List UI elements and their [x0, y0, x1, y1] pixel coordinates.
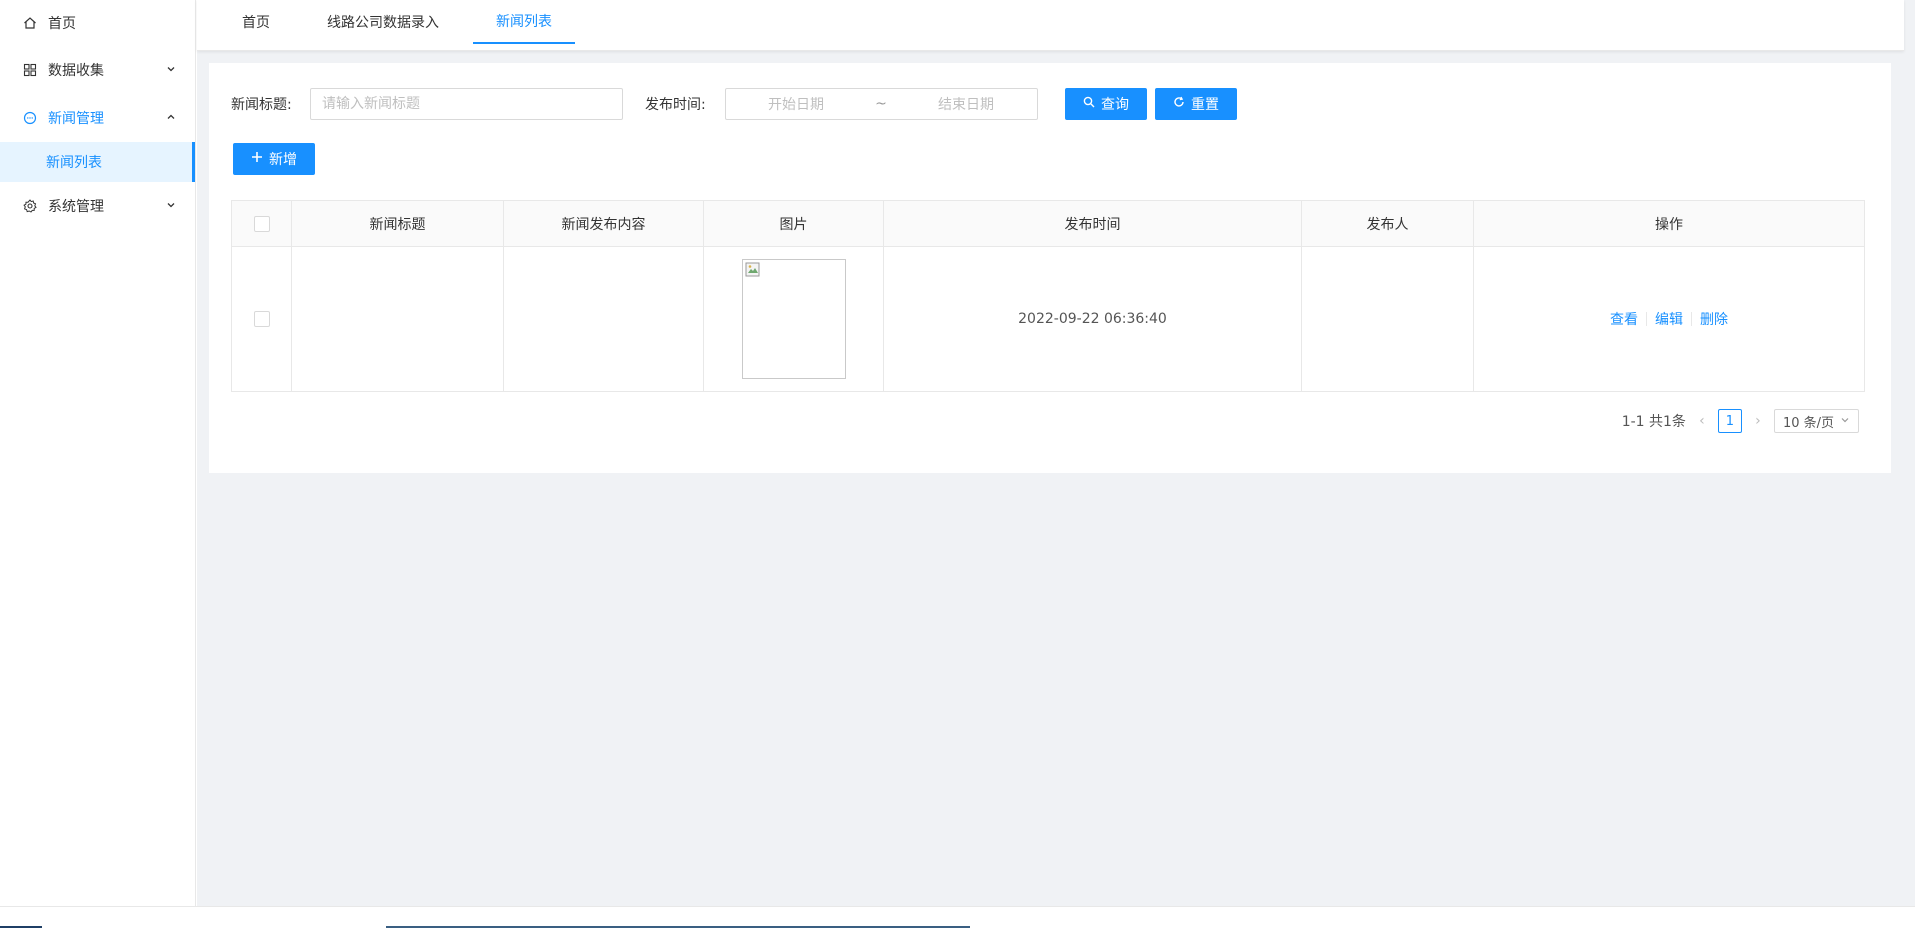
sidebar-item-news-list[interactable]: 新闻列表 — [0, 142, 195, 182]
sidebar-item-home[interactable]: 首页 — [0, 0, 195, 46]
tab-news-list[interactable]: 新闻列表 — [473, 0, 575, 44]
chevron-down-icon — [1840, 414, 1850, 429]
date-start-placeholder[interactable]: 开始日期 — [726, 94, 866, 114]
query-button[interactable]: 查询 — [1065, 88, 1147, 120]
pagination-summary: 1-1 共1条 — [1621, 414, 1686, 430]
header-news-title: 新闻标题 — [292, 201, 504, 246]
tab-bar: 首页 线路公司数据录入 新闻列表 — [197, 0, 1904, 51]
chevron-up-icon — [165, 111, 177, 123]
sidebar-item-label: 新闻管理 — [48, 111, 104, 127]
select-all-checkbox[interactable] — [253, 215, 270, 232]
chevron-down-icon — [165, 199, 177, 211]
news-list-card: 新闻标题: 发布时间: 开始日期 ~ 结束日期 查询 重置 — [209, 63, 1891, 473]
query-button-label: 查询 — [1101, 97, 1129, 113]
gear-icon — [22, 198, 38, 214]
prev-page-icon[interactable]: ‹ — [1694, 413, 1710, 429]
home-icon — [22, 15, 38, 31]
sidebar-item-label: 系统管理 — [48, 199, 104, 215]
date-range-separator: ~ — [875, 96, 887, 112]
add-news-button-label: 新增 — [269, 152, 297, 168]
sidebar-item-news-management[interactable]: 新闻管理 — [0, 94, 195, 142]
row-image-cell — [704, 247, 884, 391]
row-checkbox[interactable] — [253, 311, 270, 327]
delete-link[interactable]: 删除 — [1700, 309, 1728, 329]
row-publish-time: 2022-09-22 06:36:40 — [884, 247, 1302, 391]
message-icon — [22, 110, 38, 126]
page-size-value: 10 条/页 — [1782, 415, 1834, 431]
table-row: 2022-09-22 06:36:40 查看 编辑 删除 — [232, 247, 1864, 391]
plus-icon — [251, 151, 263, 167]
sidebar: 首页 数据收集 新闻管理 新闻列表 系统管理 — [0, 0, 196, 906]
row-news-title — [292, 247, 504, 391]
row-select-cell — [232, 247, 292, 391]
bottom-strip — [0, 906, 1915, 928]
tab-home[interactable]: 首页 — [242, 0, 270, 44]
action-divider — [1646, 312, 1647, 326]
header-publisher: 发布人 — [1302, 201, 1474, 246]
reset-button[interactable]: 重置 — [1155, 88, 1237, 120]
page-number-current[interactable]: 1 — [1717, 409, 1742, 433]
grid-icon — [22, 62, 38, 78]
tab-label: 新闻列表 — [496, 14, 552, 30]
row-actions: 查看 编辑 删除 — [1474, 247, 1864, 391]
view-link[interactable]: 查看 — [1610, 309, 1638, 329]
main-area: 首页 线路公司数据录入 新闻列表 新闻标题: 发布时间: 开始日期 ~ 结束日期 — [197, 0, 1915, 906]
action-divider — [1691, 312, 1692, 326]
table-header-row: 新闻标题 新闻发布内容 图片 发布时间 发布人 操作 — [232, 201, 1864, 247]
date-end-placeholder[interactable]: 结束日期 — [896, 94, 1036, 114]
next-page-icon[interactable]: › — [1750, 413, 1766, 429]
row-news-content — [504, 247, 704, 391]
add-news-button[interactable]: 新增 — [233, 143, 315, 175]
title-search-label: 新闻标题: — [231, 97, 292, 113]
header-actions: 操作 — [1655, 216, 1683, 233]
search-icon — [1083, 96, 1095, 112]
tab-line-company-data-entry[interactable]: 线路公司数据录入 — [327, 0, 439, 44]
header-image: 图片 — [704, 201, 884, 246]
row-publisher — [1302, 247, 1474, 391]
publish-date-range-picker[interactable]: 开始日期 ~ 结束日期 — [725, 88, 1038, 120]
date-search-label: 发布时间: — [645, 97, 706, 113]
broken-image-icon — [745, 262, 761, 278]
header-news-content: 新闻发布内容 — [504, 201, 704, 246]
tab-label: 线路公司数据录入 — [327, 15, 439, 31]
header-publish-time: 发布时间 — [884, 201, 1302, 246]
tab-label: 首页 — [242, 15, 270, 31]
sidebar-item-system-management[interactable]: 系统管理 — [0, 182, 195, 230]
chevron-down-icon — [165, 63, 177, 75]
news-thumbnail[interactable] — [741, 259, 846, 379]
sidebar-item-label: 首页 — [48, 16, 76, 32]
reload-icon — [1173, 96, 1185, 112]
header-select-all-cell — [232, 201, 292, 246]
app-root: 首页 数据收集 新闻管理 新闻列表 系统管理 首页 线路公司数据录入 新闻列表 … — [0, 0, 1915, 928]
news-table: 新闻标题 新闻发布内容 图片 发布时间 发布人 操作 2022-09-22 06… — [231, 200, 1865, 392]
sidebar-item-label: 数据收集 — [48, 63, 104, 79]
edit-link[interactable]: 编辑 — [1655, 309, 1683, 329]
pagination: 1-1 共1条 ‹ 1 › 10 条/页 — [1622, 409, 1859, 433]
title-search-input[interactable] — [310, 88, 623, 120]
reset-button-label: 重置 — [1191, 97, 1219, 113]
page-size-select[interactable]: 10 条/页 — [1773, 409, 1859, 433]
sidebar-subitem-label: 新闻列表 — [46, 155, 102, 171]
sidebar-item-data-collection[interactable]: 数据收集 — [0, 46, 195, 94]
